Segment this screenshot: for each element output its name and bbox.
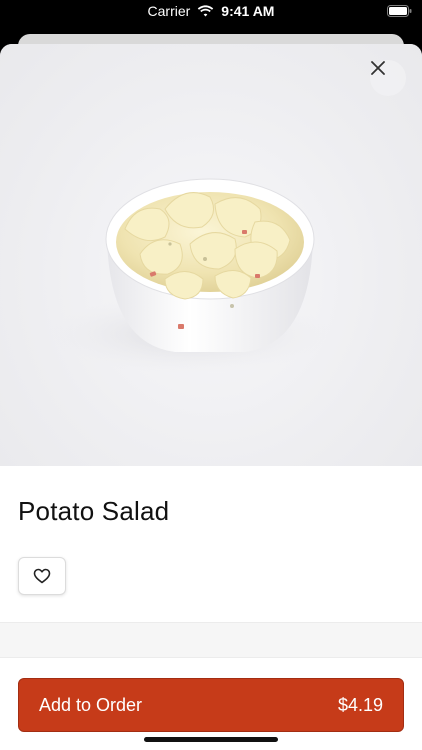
home-indicator [144,737,278,742]
status-time: 9:41 AM [221,3,275,19]
carrier-label: Carrier [147,3,191,19]
product-detail-sheet: Potato Salad Add to Order $4.19 [0,44,422,750]
status-bar: Carrier 9:41 AM [0,0,422,26]
heart-icon [33,568,51,584]
potato-salad-bowl-illustration [50,178,330,374]
add-to-order-button[interactable]: Add to Order $4.19 [18,678,404,732]
favorite-button[interactable] [18,557,66,595]
product-image [0,44,422,466]
close-icon [371,61,385,75]
price-label: $4.19 [337,694,383,715]
section-divider [0,622,422,658]
add-to-order-label: Add to Order [39,694,143,715]
status-center: Carrier 9:41 AM [0,3,422,19]
product-title: Potato Salad [18,496,170,526]
close-button[interactable] [370,60,406,96]
battery-icon [387,5,412,17]
wifi-icon [198,5,214,17]
